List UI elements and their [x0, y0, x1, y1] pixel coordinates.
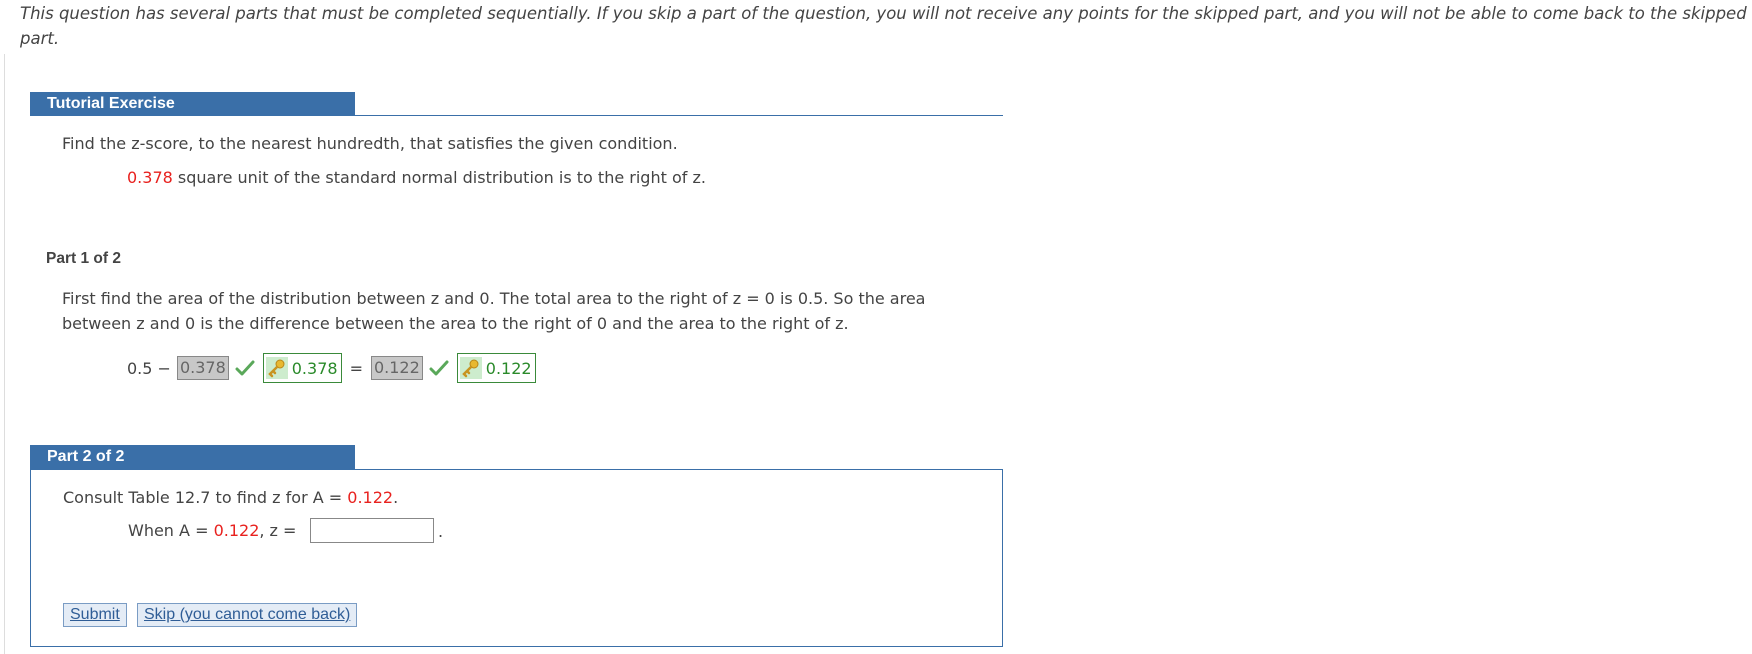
key-value-2: 0.122 — [485, 358, 532, 378]
z-answer-input[interactable] — [310, 518, 434, 543]
consult-post: . — [393, 488, 399, 507]
when-post: , z = — [259, 521, 297, 540]
answer-key-2[interactable]: 0.122 — [456, 353, 536, 383]
equals-sign: = — [349, 358, 363, 378]
key-icon — [459, 357, 482, 379]
consult-pre: Consult Table 12.7 to find z for A = — [63, 488, 348, 507]
answer-box-2: 0.122 — [370, 356, 423, 380]
when-pre: When A = — [128, 521, 214, 540]
key-icon — [265, 357, 288, 379]
submit-button[interactable]: Submit — [63, 603, 127, 627]
problem-prompt: Find the z-score, to the nearest hundred… — [62, 134, 678, 153]
answer-box-1: 0.378 — [176, 356, 229, 380]
input-period: . — [438, 522, 444, 541]
tutorial-header-rule — [355, 115, 1003, 116]
key-value-1: 0.378 — [291, 358, 338, 378]
instructions-text: This question has several parts that mus… — [20, 4, 1747, 48]
left-rule — [4, 54, 5, 654]
part1-explanation-line1: First find the area of the distribution … — [62, 289, 926, 308]
part2-when-text: When A = 0.122, z = — [128, 519, 296, 543]
problem-condition: 0.378 square unit of the standard normal… — [127, 166, 706, 190]
equation-start: 0.5 − — [127, 358, 171, 378]
check-icon — [429, 360, 449, 376]
when-value: 0.122 — [213, 521, 260, 540]
condition-text: square unit of the standard normal distr… — [172, 168, 706, 187]
answer-key-1[interactable]: 0.378 — [262, 353, 342, 383]
part1-equation: 0.5 − 0.378 0.378 = 0.122 0.122 — [127, 353, 536, 383]
part1-explanation-line2: between z and 0 is the difference betwee… — [62, 314, 849, 333]
part1-label: Part 1 of 2 — [46, 250, 121, 267]
part2-consult-text: Consult Table 12.7 to find z for A = 0.1… — [63, 486, 398, 510]
condition-value: 0.378 — [127, 168, 173, 187]
consult-value: 0.122 — [347, 488, 394, 507]
check-icon — [235, 360, 255, 376]
part2-header: Part 2 of 2 — [30, 445, 355, 469]
tutorial-header: Tutorial Exercise — [30, 92, 355, 116]
skip-button[interactable]: Skip (you cannot come back) — [137, 603, 358, 627]
